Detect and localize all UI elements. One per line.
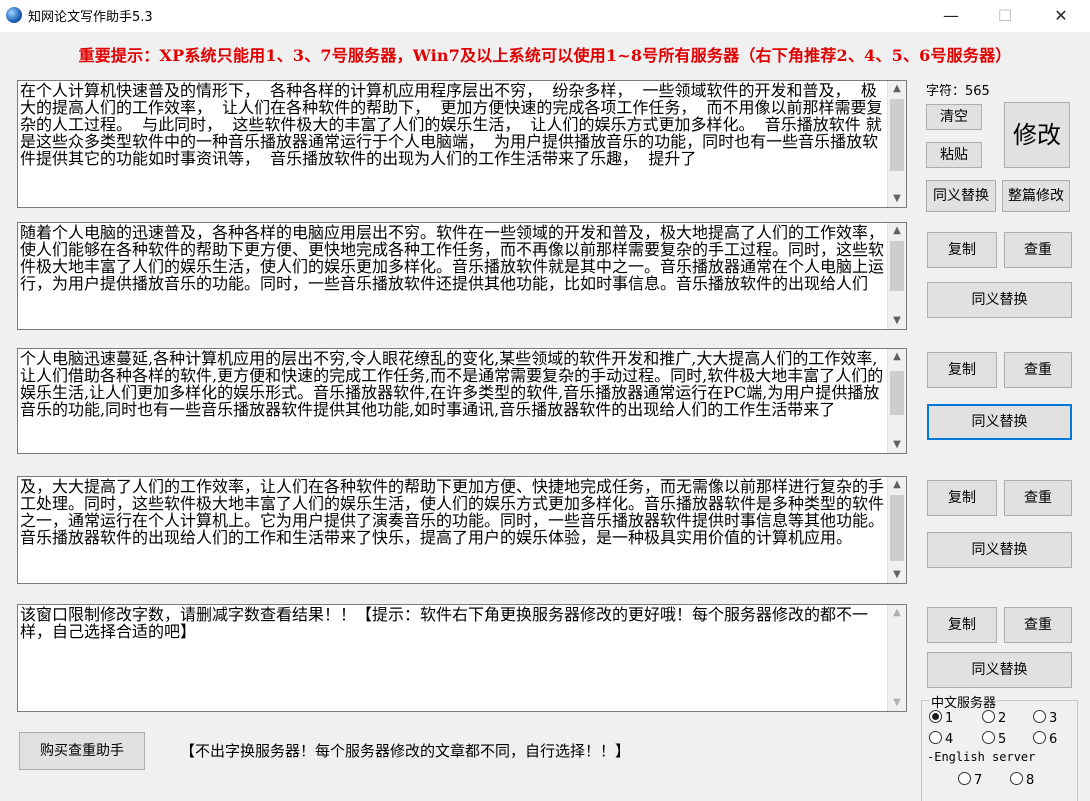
synonym-button-1[interactable]: 同义替换	[927, 282, 1072, 318]
synonym-button-4[interactable]: 同义替换	[927, 652, 1072, 688]
copy-button-3[interactable]: 复制	[927, 480, 997, 516]
copy-button-2[interactable]: 复制	[927, 352, 997, 388]
scroll-thumb[interactable]	[890, 99, 904, 171]
server-radio-1[interactable]: 1	[929, 710, 953, 726]
app-globe-icon	[6, 7, 22, 23]
radio-checked-icon	[929, 710, 942, 723]
scroll-up-icon[interactable]: ▲	[888, 605, 906, 621]
source-text: 在个人计算机快速普及的情形下， 各种各样的计算机应用程序层出不穷， 纷杂多样， …	[20, 82, 884, 167]
result-scrollbar-2[interactable]: ▲ ▼	[887, 349, 906, 453]
check-button-2[interactable]: 查重	[1004, 352, 1072, 388]
scroll-down-icon[interactable]: ▼	[888, 313, 906, 329]
copy-button-1[interactable]: 复制	[927, 232, 997, 268]
server-warning: 重要提示：XP系统只能用1、3、7号服务器，Win7及以上系统可以使用1~8号所…	[0, 42, 1090, 66]
radio-icon	[982, 710, 995, 723]
server-radio-8[interactable]: 8	[1010, 772, 1034, 788]
result-scrollbar-3[interactable]: ▲ ▼	[887, 477, 906, 583]
clear-button[interactable]: 清空	[926, 104, 982, 130]
buy-check-assistant-button[interactable]: 购买查重助手	[19, 732, 145, 770]
scroll-up-icon[interactable]: ▲	[888, 81, 906, 97]
scroll-down-icon[interactable]: ▼	[888, 695, 906, 711]
radio-icon	[982, 731, 995, 744]
result-text-area-2[interactable]: 个人电脑迅速蔓延,各种计算机应用的层出不穷,令人眼花缭乱的变化,某些领域的软件开…	[17, 348, 907, 454]
whole-modify-button[interactable]: 整篇修改	[1002, 180, 1070, 212]
radio-icon	[1033, 731, 1046, 744]
result-scrollbar-1[interactable]: ▲ ▼	[887, 223, 906, 329]
result-text-2: 个人电脑迅速蔓延,各种计算机应用的层出不穷,令人眼花缭乱的变化,某些领域的软件开…	[20, 350, 884, 418]
radio-icon	[1033, 710, 1046, 723]
check-button-4[interactable]: 查重	[1004, 607, 1072, 643]
scroll-thumb[interactable]	[890, 241, 904, 291]
scroll-down-icon[interactable]: ▼	[888, 437, 906, 453]
paste-button[interactable]: 粘贴	[926, 142, 982, 168]
radio-icon	[1010, 772, 1023, 785]
cn-server-title: 中文服务器	[930, 692, 997, 711]
char-count: 字符：565	[926, 80, 990, 99]
synonym-button-2[interactable]: 同义替换	[927, 404, 1072, 440]
scroll-up-icon[interactable]: ▲	[888, 223, 906, 239]
window-title: 知网论文写作助手5.3	[28, 6, 153, 25]
scroll-up-icon[interactable]: ▲	[888, 477, 906, 493]
result-text-area-4[interactable]: 该窗口限制修改字数，请删减字数查看结果！！【提示：软件右下角更换服务器修改的更好…	[17, 604, 907, 712]
close-button[interactable]: ✕	[1038, 2, 1084, 30]
synonym-button-3[interactable]: 同义替换	[927, 532, 1072, 568]
server-radio-4[interactable]: 4	[929, 731, 953, 747]
bottom-tip: 【不出字换服务器！每个服务器修改的文章都不同，自行选择！！】	[180, 740, 630, 761]
check-button-1[interactable]: 查重	[1004, 232, 1072, 268]
scroll-down-icon[interactable]: ▼	[888, 191, 906, 207]
server-radio-3[interactable]: 3	[1033, 710, 1057, 726]
radio-icon	[958, 772, 971, 785]
scroll-thumb[interactable]	[890, 495, 904, 561]
result-scrollbar-4[interactable]: ▲ ▼	[887, 605, 906, 711]
scroll-up-icon[interactable]: ▲	[888, 349, 906, 365]
server-radio-6[interactable]: 6	[1033, 731, 1057, 747]
result-text-area-3[interactable]: 及，大大提高了人们的工作效率，让人们在各种软件的帮助下更加方便、快捷地完成任务，…	[17, 476, 907, 584]
maximize-button[interactable]: ☐	[982, 2, 1028, 30]
source-text-area[interactable]: 在个人计算机快速普及的情形下， 各种各样的计算机应用程序层出不穷， 纷杂多样， …	[17, 80, 907, 208]
scroll-down-icon[interactable]: ▼	[888, 567, 906, 583]
result-text-area-1[interactable]: 随着个人电脑的迅速普及，各种各样的电脑应用层出不穷。软件在一些领域的开发和普及，…	[17, 222, 907, 330]
minimize-button[interactable]: —	[928, 2, 974, 30]
english-server-title: -English server	[927, 750, 1035, 764]
synonym-replace-button[interactable]: 同义替换	[926, 180, 996, 212]
title-bar: 知网论文写作助手5.3 — ☐ ✕	[0, 0, 1090, 32]
source-scrollbar[interactable]: ▲ ▼	[887, 81, 906, 207]
radio-icon	[929, 731, 942, 744]
result-text-4: 该窗口限制修改字数，请删减字数查看结果！！【提示：软件右下角更换服务器修改的更好…	[20, 606, 884, 640]
server-radio-5[interactable]: 5	[982, 731, 1006, 747]
check-button-3[interactable]: 查重	[1004, 480, 1072, 516]
server-radio-7[interactable]: 7	[958, 772, 982, 788]
result-text-3: 及，大大提高了人们的工作效率，让人们在各种软件的帮助下更加方便、快捷地完成任务，…	[20, 478, 884, 546]
copy-button-4[interactable]: 复制	[927, 607, 997, 643]
result-text-1: 随着个人电脑的迅速普及，各种各样的电脑应用层出不穷。软件在一些领域的开发和普及，…	[20, 224, 884, 292]
server-radio-2[interactable]: 2	[982, 710, 1006, 726]
scroll-thumb[interactable]	[890, 371, 904, 415]
modify-button[interactable]: 修改	[1004, 102, 1070, 168]
